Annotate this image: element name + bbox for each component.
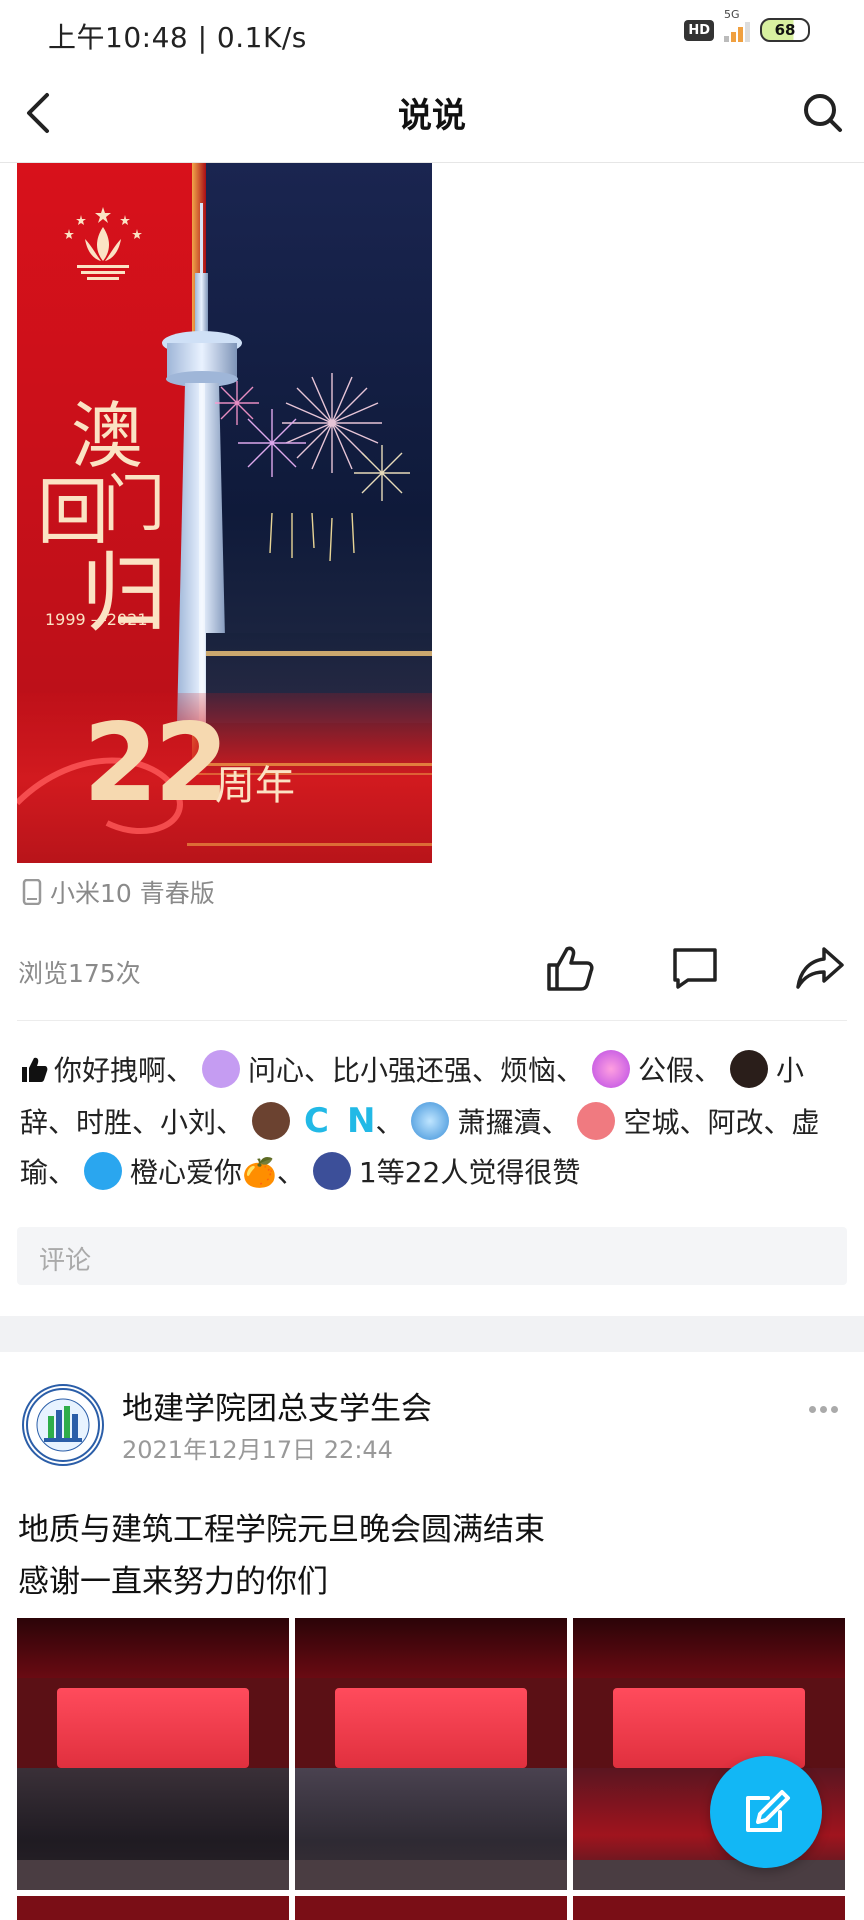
thumbs-up-icon	[547, 946, 594, 991]
lotus-emblem-icon	[64, 207, 142, 280]
status-time: 上午10:48 | 0.1K/s	[48, 21, 307, 54]
user-avatar[interactable]	[312, 1152, 351, 1190]
page-title: 说说	[398, 96, 466, 136]
battery-icon: 68	[760, 18, 810, 42]
device-label: 小米10 青春版	[50, 879, 215, 908]
network-label: 5G	[724, 8, 740, 21]
post-photo-5[interactable]	[295, 1896, 567, 1920]
user-avatar[interactable]	[84, 1152, 123, 1190]
post-date: 2021年12月17日 22:44	[122, 1436, 393, 1464]
comment-input[interactable]: 评论	[17, 1227, 847, 1285]
share-icon	[796, 947, 844, 989]
dot-icon	[830, 1405, 838, 1413]
post-photo-6[interactable]	[573, 1896, 845, 1920]
share-button[interactable]	[792, 940, 848, 996]
college-logo-icon	[26, 1388, 100, 1462]
like-names[interactable]: 、	[375, 1106, 403, 1139]
user-avatar[interactable]	[592, 1050, 631, 1088]
comment-icon	[673, 948, 717, 989]
like-names[interactable]: 公假、	[638, 1054, 722, 1087]
like-names[interactable]: 橙心爱你🍊、	[130, 1156, 305, 1189]
post-photo-1[interactable]	[17, 1618, 289, 1890]
user-avatar[interactable]	[252, 1102, 291, 1140]
more-options-button[interactable]	[796, 1394, 850, 1424]
post-photo-2[interactable]	[295, 1618, 567, 1890]
post-text-line1: 地质与建筑工程学院元旦晚会圆满结束	[18, 1512, 545, 1548]
status-bar: 上午10:48 | 0.1K/s HD 5G 68	[0, 0, 864, 66]
like-summary[interactable]: 1等22人觉得很赞	[359, 1156, 580, 1189]
poster-number: 22	[83, 701, 229, 826]
search-button[interactable]	[796, 86, 850, 140]
heart-avatar[interactable]	[730, 1050, 769, 1088]
like-button[interactable]	[542, 940, 598, 996]
like-names[interactable]: 萧攞瀆、	[457, 1106, 569, 1139]
device-info: 小米10 青春版	[22, 874, 215, 910]
comment-placeholder: 评论	[39, 1246, 92, 1276]
dot-icon	[819, 1405, 827, 1413]
author-name[interactable]: 地建学院团总支学生会	[122, 1383, 432, 1428]
post-image-macau-poster[interactable]: 澳 回 门 归 1999 —2021 22 周年	[17, 163, 432, 863]
hd-icon: HD	[684, 19, 714, 41]
dot-icon	[808, 1405, 816, 1413]
compose-button[interactable]	[710, 1756, 822, 1868]
top-bar: 说说	[0, 66, 864, 163]
thumbs-up-small-icon	[22, 1057, 48, 1082]
status-icons: HD 5G 68	[684, 8, 810, 42]
poster-years: 1999 —2021	[45, 610, 148, 629]
post-photo-4[interactable]	[17, 1896, 289, 1920]
user-avatar[interactable]	[411, 1102, 450, 1140]
author-avatar[interactable]	[22, 1384, 104, 1466]
edit-icon	[746, 1790, 790, 1832]
like-names[interactable]: 你好拽啊、	[54, 1054, 194, 1087]
like-name-c[interactable]: C	[304, 1101, 329, 1141]
view-count: 浏览175次	[18, 959, 141, 988]
fireworks-graphic	[215, 373, 410, 562]
like-name-n[interactable]: N	[347, 1101, 375, 1141]
likes-list[interactable]: 你好拽啊、 问心、比小强还强、烦恼、 公假、 小辞、时胜、小刘、 C N、 萧攞瀆、 空城、阿…	[20, 1046, 840, 1198]
phone-icon	[22, 879, 42, 905]
post-text-line2: 感谢一直来努力的你们	[18, 1564, 328, 1600]
search-icon	[804, 94, 842, 132]
section-separator	[0, 1316, 864, 1352]
comment-button[interactable]	[667, 940, 723, 996]
signal-icon: 5G	[724, 8, 750, 42]
like-names[interactable]: 问心、比小强还强、烦恼、	[248, 1054, 584, 1087]
user-avatar[interactable]	[202, 1050, 241, 1088]
post-text: 地质与建筑工程学院元旦晚会圆满结束 感谢一直来努力的你们	[18, 1504, 545, 1608]
poster-suffix: 周年	[215, 763, 295, 809]
user-avatar[interactable]	[577, 1102, 616, 1140]
divider	[17, 1020, 847, 1021]
